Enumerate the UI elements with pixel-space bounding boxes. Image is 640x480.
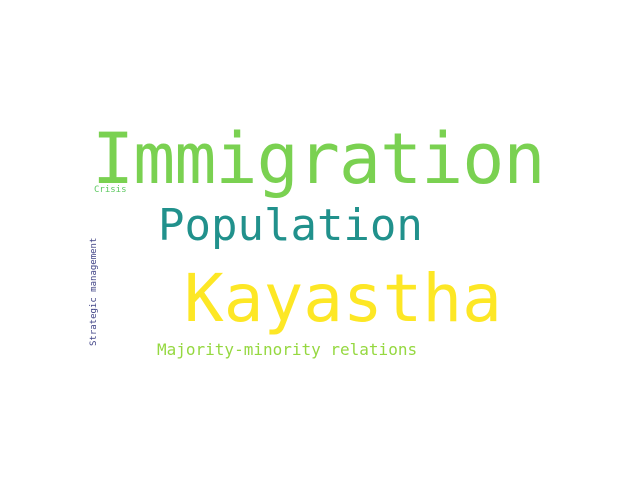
word-majority-minority-relations: Majority-minority relations xyxy=(157,340,418,359)
word-strategic-management: Strategic management xyxy=(89,237,99,346)
word-population: Population xyxy=(158,200,423,251)
word-immigration: Immigration xyxy=(92,118,546,200)
word-kayastha: Kayastha xyxy=(184,260,502,337)
word-crisis: Crisis xyxy=(94,185,127,195)
word-cloud: Immigration Population Kayastha Majority… xyxy=(0,0,640,480)
